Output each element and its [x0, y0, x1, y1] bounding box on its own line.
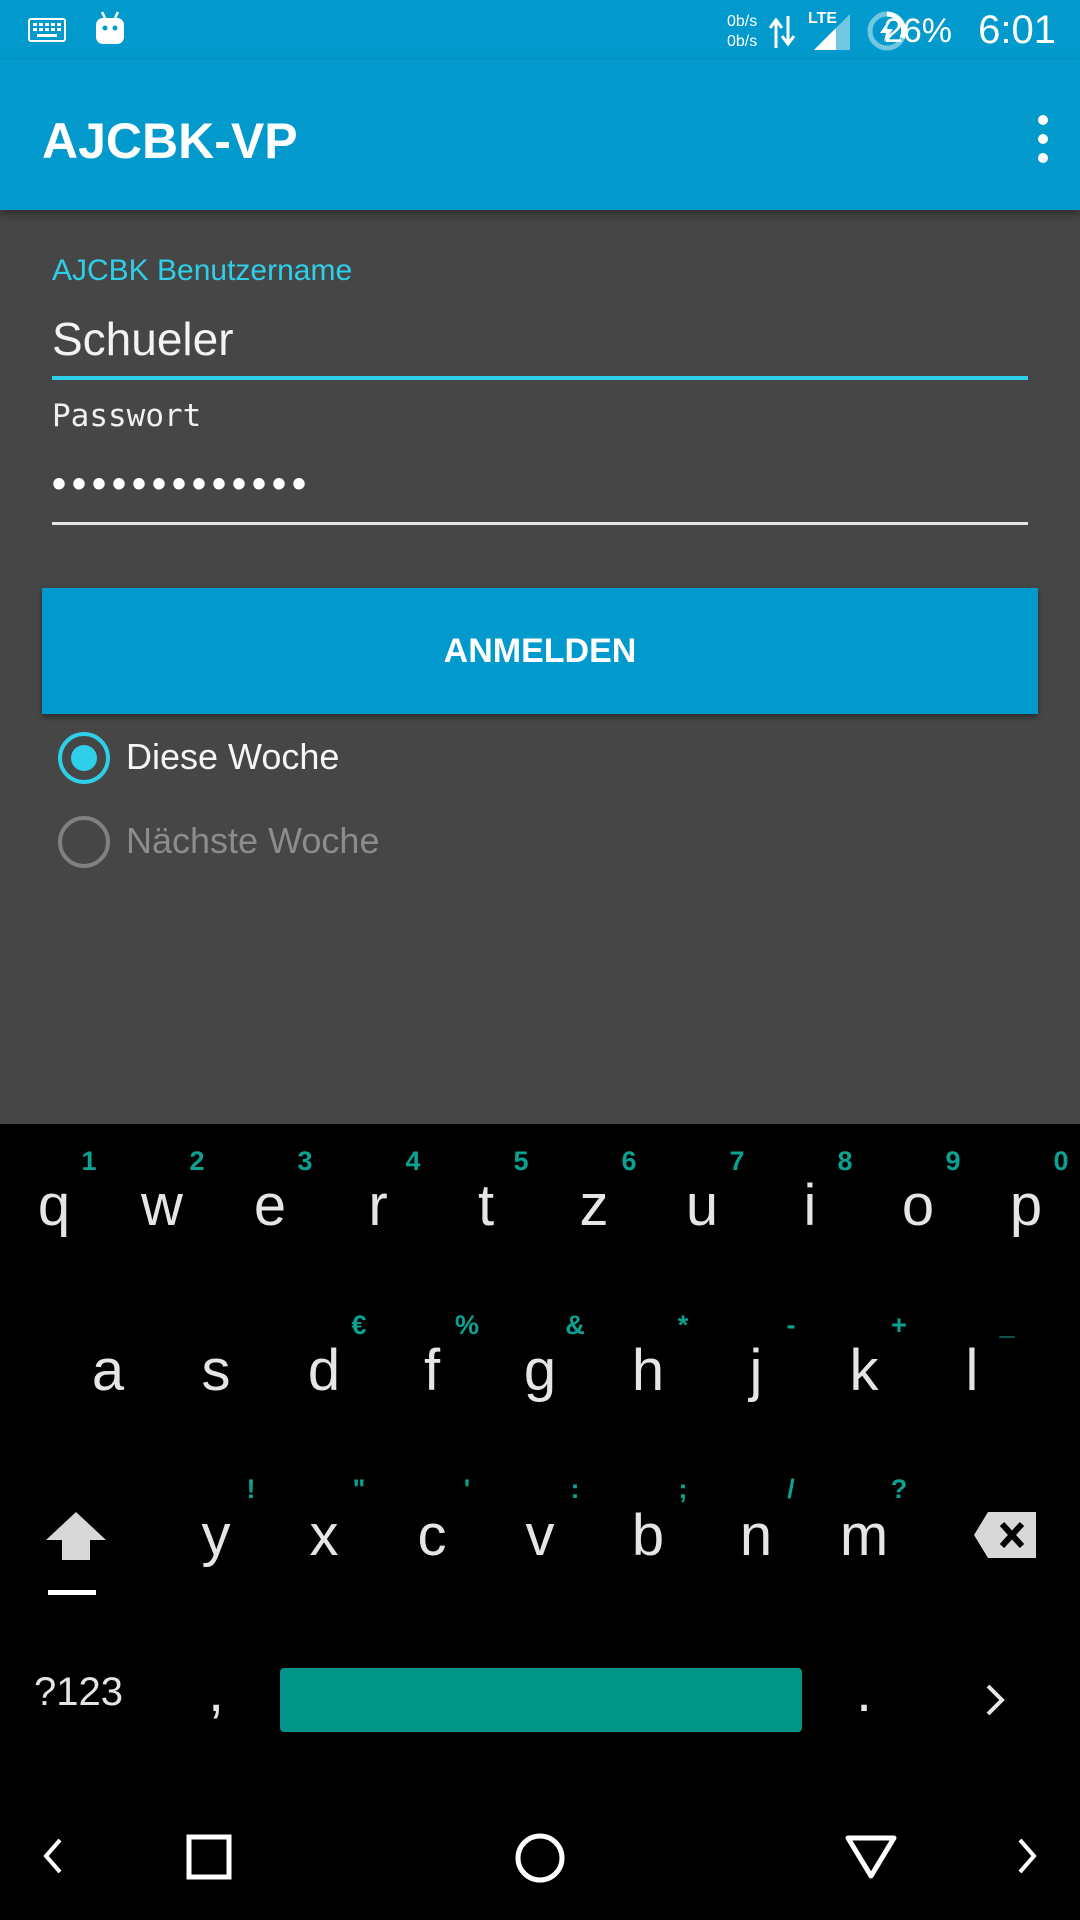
- key-hint: 6: [621, 1146, 637, 1176]
- key-hint: -: [786, 1310, 796, 1340]
- radio-label-next-week[interactable]: Nächste Woche: [126, 820, 379, 862]
- overflow-menu-icon[interactable]: [1038, 115, 1048, 172]
- key-hint: 1: [81, 1146, 97, 1176]
- key-hint: 9: [945, 1146, 961, 1176]
- key-o[interactable]: o: [878, 1172, 958, 1239]
- key-i[interactable]: i: [770, 1172, 850, 1239]
- battery-percent: 26%: [883, 12, 952, 50]
- keyboard-icon: [28, 18, 66, 42]
- key-c[interactable]: c: [392, 1502, 472, 1569]
- key-j[interactable]: j: [716, 1337, 796, 1404]
- key-a[interactable]: a: [68, 1337, 148, 1404]
- key-hint: ?: [890, 1474, 908, 1504]
- key-hint: €: [351, 1310, 367, 1340]
- network-speed: 0b/s 0b/s: [727, 12, 757, 52]
- key-e[interactable]: e: [230, 1172, 310, 1239]
- app-title: AJCBK-VP: [42, 113, 298, 169]
- radio-label-this-week[interactable]: Diese Woche: [126, 736, 339, 778]
- key-hint: /: [787, 1474, 795, 1504]
- shift-icon[interactable]: [44, 1510, 108, 1562]
- key-hint: 8: [837, 1146, 853, 1176]
- data-arrows-icon: [768, 16, 796, 48]
- key-x[interactable]: x: [284, 1502, 364, 1569]
- nav-left-icon[interactable]: [38, 1836, 66, 1876]
- recents-icon[interactable]: [186, 1834, 232, 1880]
- radio-next-week[interactable]: [58, 816, 110, 868]
- key-r[interactable]: r: [338, 1172, 418, 1239]
- comma-key[interactable]: ,: [176, 1658, 256, 1725]
- key-q[interactable]: q: [14, 1172, 94, 1239]
- radio-this-week[interactable]: [58, 732, 110, 784]
- key-n[interactable]: n: [716, 1502, 796, 1569]
- key-t[interactable]: t: [446, 1172, 526, 1239]
- username-input[interactable]: Schueler: [52, 312, 1028, 380]
- clock: 6:01: [978, 8, 1056, 52]
- backspace-icon[interactable]: [972, 1510, 1038, 1560]
- key-hint: _: [999, 1310, 1015, 1340]
- key-p[interactable]: p: [986, 1172, 1066, 1239]
- nav-right-icon[interactable]: [1014, 1836, 1042, 1876]
- key-y[interactable]: y: [176, 1502, 256, 1569]
- key-hint: 0: [1053, 1146, 1069, 1176]
- key-l[interactable]: l: [932, 1337, 1012, 1404]
- key-u[interactable]: u: [662, 1172, 742, 1239]
- key-hint: +: [891, 1310, 907, 1340]
- key-m[interactable]: m: [824, 1502, 904, 1569]
- key-hint: 5: [513, 1146, 529, 1176]
- key-v[interactable]: v: [500, 1502, 580, 1569]
- password-input[interactable]: •••••••••••••: [52, 462, 1028, 525]
- symbols-key[interactable]: ?123: [34, 1670, 123, 1715]
- key-d[interactable]: d: [284, 1337, 364, 1404]
- key-g[interactable]: g: [500, 1337, 580, 1404]
- key-w[interactable]: w: [122, 1172, 202, 1239]
- space-key[interactable]: [280, 1668, 802, 1732]
- key-hint: 4: [405, 1146, 421, 1176]
- net-up-speed: 0b/s: [727, 13, 758, 30]
- key-hint: %: [454, 1310, 479, 1340]
- key-hint: ": [352, 1474, 366, 1504]
- username-label: AJCBK Benutzername: [52, 254, 353, 287]
- app-bar: AJCBK-VP: [0, 60, 1080, 210]
- status-bar: 0b/s 0b/s LTE 26% 6:01: [0, 0, 1080, 60]
- key-b[interactable]: b: [608, 1502, 688, 1569]
- key-hint: :: [570, 1474, 580, 1504]
- key-hint: 7: [729, 1146, 745, 1176]
- login-button[interactable]: ANMELDEN: [42, 588, 1038, 714]
- key-s[interactable]: s: [176, 1337, 256, 1404]
- key-hint: ;: [678, 1474, 688, 1504]
- key-k[interactable]: k: [824, 1337, 904, 1404]
- key-hint: 2: [189, 1146, 205, 1176]
- key-hint: ': [463, 1474, 471, 1504]
- next-arrow-icon[interactable]: [982, 1682, 1008, 1718]
- key-z[interactable]: z: [554, 1172, 634, 1239]
- key-f[interactable]: f: [392, 1337, 472, 1404]
- period-key[interactable]: .: [824, 1658, 904, 1725]
- android-icon: [96, 11, 124, 44]
- key-hint: *: [677, 1310, 689, 1340]
- home-icon[interactable]: [514, 1832, 566, 1884]
- key-hint: &: [565, 1310, 585, 1340]
- navigation-bar: [0, 1800, 1080, 1920]
- signal-icon: [814, 14, 850, 50]
- password-label: Passwort: [52, 398, 202, 434]
- back-icon[interactable]: [844, 1834, 898, 1880]
- caps-indicator: [48, 1590, 96, 1595]
- key-h[interactable]: h: [608, 1337, 688, 1404]
- net-down-speed: 0b/s: [727, 33, 758, 50]
- key-hint: 3: [297, 1146, 313, 1176]
- key-hint: !: [246, 1474, 256, 1504]
